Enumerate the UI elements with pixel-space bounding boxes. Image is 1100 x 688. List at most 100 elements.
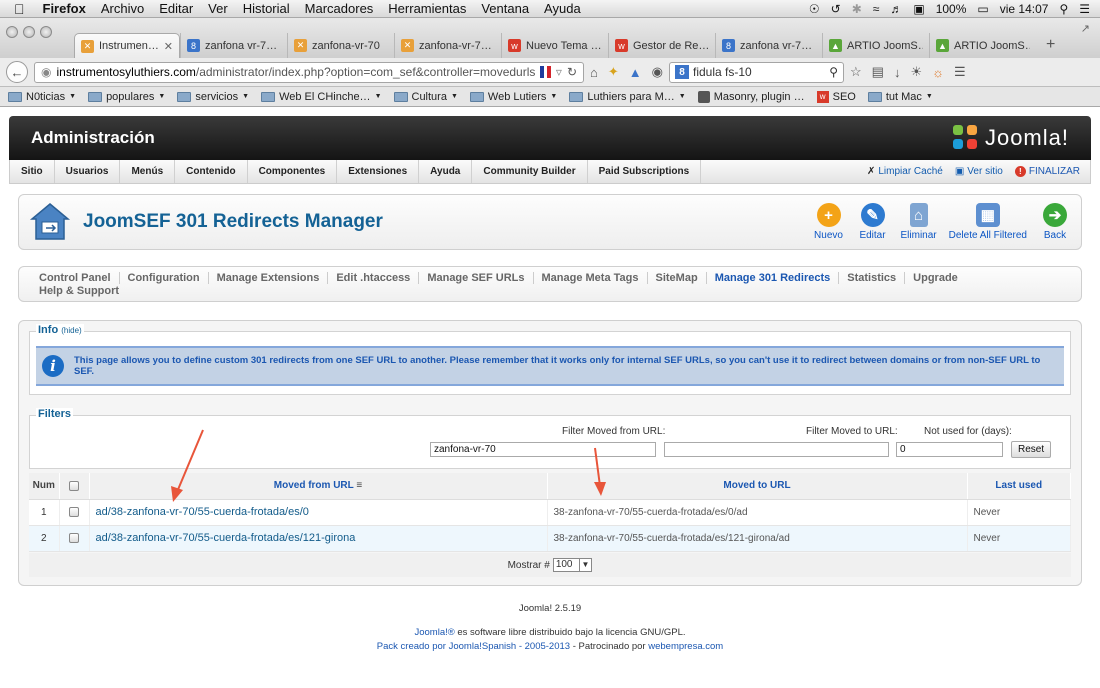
menubar-item-ventana[interactable]: Ventana: [481, 1, 529, 16]
edit-button[interactable]: ✎ Editar: [857, 203, 889, 241]
browser-tab-1[interactable]: ✕ Instrumen… ✕: [74, 33, 180, 58]
bookmark-3[interactable]: servicios ▼: [177, 91, 249, 103]
filter-days-input[interactable]: 0: [896, 442, 1003, 457]
search-input[interactable]: fidula fs-10: [693, 65, 752, 79]
browser-tab-2[interactable]: 8 zanfona vr-7…: [180, 33, 287, 58]
addon-icon-3[interactable]: ◉: [652, 64, 663, 80]
joomlaspanish-link[interactable]: Pack creado por Joomla!Spanish - 2005-20…: [377, 641, 570, 652]
submenu-manage-301-redirects[interactable]: Manage 301 Redirects: [707, 272, 840, 284]
joomla-link[interactable]: Joomla!®: [414, 627, 454, 638]
extension-icon[interactable]: ☀: [910, 64, 922, 80]
bookmark-star-icon[interactable]: ☆: [850, 64, 862, 80]
bookmarks-list-icon[interactable]: ▤: [872, 64, 884, 80]
hide-info-link[interactable]: (hide): [61, 326, 81, 335]
submenu-manage-extensions[interactable]: Manage Extensions: [209, 272, 329, 284]
menubar-item-ayuda[interactable]: Ayuda: [544, 1, 581, 16]
rainbow-icon[interactable]: ☼: [932, 65, 944, 80]
logout-link[interactable]: ! FINALIZAR: [1014, 166, 1080, 177]
display-icon[interactable]: ▣: [913, 2, 924, 16]
admin-menu-ayuda[interactable]: Ayuda: [419, 160, 473, 183]
time-machine-icon[interactable]: ↺: [831, 2, 841, 16]
submenu-control-panel[interactable]: Control Panel: [31, 272, 120, 284]
submenu-upgrade[interactable]: Upgrade: [905, 272, 966, 284]
admin-menu-extensiones[interactable]: Extensiones: [337, 160, 420, 183]
bookmark-7[interactable]: Luthiers para M… ▼: [569, 91, 686, 103]
back-button[interactable]: ←: [6, 61, 28, 83]
wifi-icon[interactable]: ≈: [873, 2, 880, 16]
close-tab-icon[interactable]: ✕: [164, 40, 173, 53]
admin-menu-community-builder[interactable]: Community Builder: [472, 160, 588, 183]
browser-tab-3[interactable]: ✕ zanfona-vr-70: [287, 33, 394, 58]
submenu-manage-sef-urls[interactable]: Manage SEF URLs: [419, 272, 534, 284]
webempresa-link[interactable]: webempresa.com: [648, 641, 723, 652]
new-button[interactable]: + Nuevo: [813, 203, 845, 241]
browser-tab-5[interactable]: w Nuevo Tema …: [501, 33, 608, 58]
browser-tab-8[interactable]: ▲ ARTIO JoomS…: [822, 33, 929, 58]
moved-from-link[interactable]: ad/38-zanfona-vr-70/55-cuerda-frotada/es…: [89, 499, 548, 526]
row-checkbox[interactable]: [69, 533, 79, 543]
menubar-item-marcadores[interactable]: Marcadores: [305, 1, 374, 16]
notification-center-icon[interactable]: ☰: [1079, 2, 1090, 16]
clock[interactable]: vie 14:07: [1000, 2, 1049, 16]
reset-button[interactable]: Reset: [1011, 441, 1052, 458]
bookmark-6[interactable]: Web Lutiers ▼: [469, 91, 557, 103]
volume-icon[interactable]: ♬: [890, 2, 902, 16]
bookmark-5[interactable]: Cultura ▼: [393, 91, 458, 103]
filter-from-input[interactable]: zanfona-vr-70: [430, 442, 656, 457]
submenu-configuration[interactable]: Configuration: [120, 272, 209, 284]
search-icon[interactable]: ⚲: [829, 65, 838, 79]
fullscreen-icon[interactable]: ↗: [1081, 22, 1090, 35]
admin-menu-contenido[interactable]: Contenido: [175, 160, 248, 183]
browser-tab-6[interactable]: w Gestor de Re…: [608, 33, 715, 58]
table-row[interactable]: 2 ad/38-zanfona-vr-70/55-cuerda-frotada/e…: [29, 525, 1071, 552]
zoom-window-button[interactable]: [40, 26, 52, 38]
addon-icon-2[interactable]: ▲: [629, 65, 642, 80]
close-window-button[interactable]: [6, 26, 18, 38]
minimize-window-button[interactable]: [23, 26, 35, 38]
admin-menu-paid-subscriptions[interactable]: Paid Subscriptions: [588, 160, 702, 183]
apple-icon[interactable]: : [14, 1, 25, 17]
submenu-help-support[interactable]: Help & Support: [39, 285, 119, 297]
view-site-link[interactable]: ▣ Ver sitio: [955, 166, 1003, 177]
delete-button[interactable]: ⌂ Eliminar: [901, 203, 937, 241]
browser-tab-9[interactable]: ▲ ARTIO JoomS…: [929, 33, 1036, 58]
spotlight-icon[interactable]: ⚲: [1059, 2, 1068, 16]
menubar-item-archivo[interactable]: Archivo: [101, 1, 144, 16]
menubar-item-ver[interactable]: Ver: [208, 1, 228, 16]
search-bar[interactable]: 8 fidula fs-10 ⚲: [668, 61, 844, 83]
col-to-header[interactable]: Moved to URL: [547, 473, 968, 500]
download-icon[interactable]: ↓: [894, 65, 901, 80]
admin-menu-men-s[interactable]: Menús: [120, 160, 176, 183]
col-from-header[interactable]: Moved from URL ≡: [89, 473, 548, 500]
search-engine-icon[interactable]: 8: [674, 65, 689, 79]
submenu-edit-htaccess[interactable]: Edit .htaccess: [328, 272, 420, 284]
filter-to-input[interactable]: [664, 442, 889, 457]
bookmark-2[interactable]: populares ▼: [88, 91, 165, 103]
admin-menu-componentes[interactable]: Componentes: [248, 160, 338, 183]
admin-menu-sitio[interactable]: Sitio: [10, 160, 55, 183]
url-bar[interactable]: ◉ instrumentosyluthiers.com/administrato…: [34, 61, 584, 83]
home-icon[interactable]: ⌂: [590, 65, 598, 80]
delete-all-filtered-button[interactable]: ▦ Delete All Filtered: [949, 203, 1027, 241]
check-all-checkbox[interactable]: [69, 480, 79, 491]
moved-from-link[interactable]: ad/38-zanfona-vr-70/55-cuerda-frotada/es…: [89, 525, 548, 552]
menubar-app-name[interactable]: Firefox: [43, 1, 86, 16]
col-last-header[interactable]: Last used: [967, 473, 1071, 500]
menu-icon[interactable]: ☰: [954, 64, 966, 80]
bookmark-10[interactable]: tut Mac ▼: [867, 91, 933, 103]
admin-menu-usuarios[interactable]: Usuarios: [55, 160, 121, 183]
accessibility-icon[interactable]: ☉: [809, 2, 820, 16]
dropdown-icon[interactable]: ▿: [556, 65, 562, 79]
bookmark-9[interactable]: w SEO: [816, 90, 856, 103]
clear-cache-link[interactable]: ✗ Limpiar Caché: [867, 166, 943, 177]
menubar-item-editar[interactable]: Editar: [159, 1, 193, 16]
submenu-statistics[interactable]: Statistics: [839, 272, 906, 284]
menubar-item-historial[interactable]: Historial: [243, 1, 290, 16]
reload-icon[interactable]: ↻: [567, 65, 577, 79]
row-checkbox[interactable]: [69, 507, 79, 517]
table-row[interactable]: 1 ad/38-zanfona-vr-70/55-cuerda-frotada/e…: [29, 499, 1071, 526]
back-page-button[interactable]: ➔ Back: [1039, 203, 1071, 241]
bookmark-4[interactable]: Web El CHinche… ▼: [261, 91, 382, 103]
menubar-item-herramientas[interactable]: Herramientas: [388, 1, 466, 16]
browser-tab-4[interactable]: ✕ zanfona-vr-7…: [394, 33, 501, 58]
